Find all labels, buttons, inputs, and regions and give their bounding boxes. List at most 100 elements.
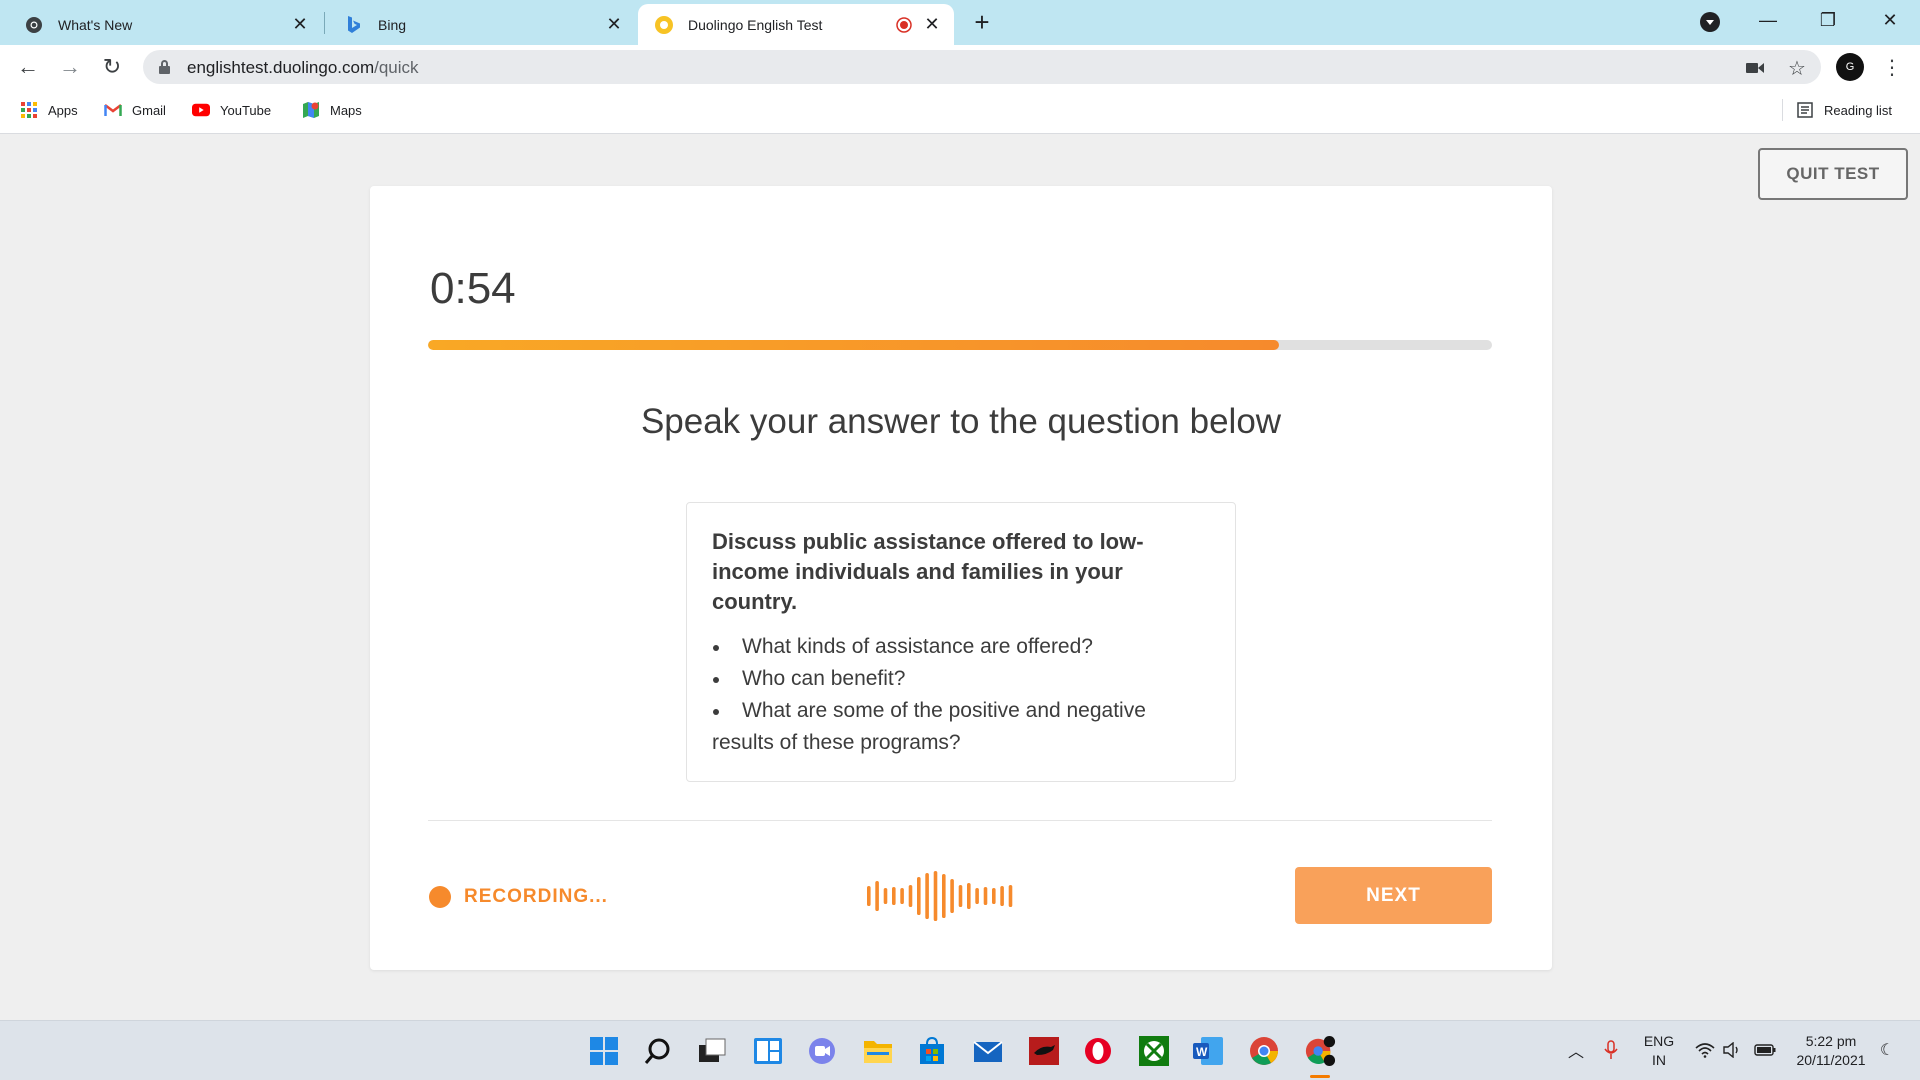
bookmark-label: YouTube — [220, 102, 272, 118]
url-text: englishtest.duolingo.com/quick — [187, 58, 419, 78]
word-icon[interactable]: W — [1192, 1035, 1224, 1067]
chevron-up-icon[interactable]: ︿ — [1565, 1039, 1587, 1061]
chrome-icon[interactable] — [1248, 1035, 1280, 1067]
language-indicator[interactable]: ENG IN — [1640, 1032, 1678, 1070]
time-progress-fill — [428, 340, 1280, 350]
forward-icon[interactable]: → — [56, 53, 84, 81]
bookmark-youtube[interactable]: YouTube — [192, 99, 271, 121]
tab-bing[interactable]: Bing ✕ — [320, 4, 636, 45]
close-tab-icon[interactable]: ✕ — [288, 13, 312, 37]
close-window-icon[interactable]: ✕ — [1862, 0, 1918, 40]
waveform-bar — [983, 887, 988, 905]
close-tab-icon[interactable]: ✕ — [602, 13, 626, 37]
waveform-bar — [942, 874, 946, 918]
waveform-bar — [950, 879, 954, 913]
bookmark-apps[interactable]: Apps — [20, 99, 78, 121]
app-red-icon[interactable] — [1028, 1035, 1060, 1067]
waveform-bar — [975, 888, 979, 904]
address-bar[interactable]: englishtest.duolingo.com/quick ☆ — [143, 50, 1821, 84]
waveform-bar — [958, 885, 963, 907]
waveform-bar — [925, 873, 929, 919]
tab-whats-new[interactable]: What's New ✕ — [0, 4, 322, 45]
microphone-icon[interactable] — [1600, 1039, 1622, 1061]
footer-divider — [428, 820, 1492, 821]
countdown-timer: 0:54 — [430, 264, 516, 313]
bookmark-label: Maps — [330, 102, 362, 118]
opera-icon[interactable] — [1082, 1035, 1114, 1067]
tab-title: What's New — [58, 16, 133, 33]
time-progress-bar — [428, 340, 1492, 350]
reading-list-icon — [1796, 101, 1814, 119]
bookmarks-divider — [1782, 99, 1783, 121]
widgets-icon[interactable] — [752, 1035, 784, 1067]
waveform-bar — [933, 871, 938, 921]
region-code: IN — [1652, 1052, 1666, 1068]
chrome-icon — [24, 15, 44, 35]
chrome-profile-active-icon[interactable] — [1304, 1035, 1336, 1067]
minimize-icon[interactable]: — — [1740, 0, 1796, 40]
bookmarks-bar: Apps Gmail YouTube Maps Reading list — [0, 89, 1920, 134]
question-text: Discuss public assistance offered to low… — [712, 529, 1144, 614]
list-item: Who can benefit? — [712, 663, 1211, 695]
teams-chat-icon[interactable] — [806, 1035, 838, 1067]
file-explorer-icon[interactable] — [862, 1035, 894, 1067]
waveform-bar — [892, 887, 896, 905]
reload-icon[interactable]: ↻ — [98, 53, 126, 81]
waveform-bar — [900, 888, 904, 904]
prompt-instruction: Speak your answer to the question below — [640, 402, 1282, 441]
bookmark-maps[interactable]: Maps — [302, 99, 362, 121]
duolingo-icon — [654, 15, 674, 35]
quit-test-button[interactable]: QUIT TEST — [1758, 148, 1908, 200]
waveform-bar — [1008, 885, 1013, 907]
next-button[interactable]: NEXT — [1295, 867, 1492, 924]
gmail-icon — [104, 101, 122, 119]
question-box: Discuss public assistance offered to low… — [686, 502, 1236, 782]
list-item: What kinds of assistance are offered? — [712, 631, 1211, 663]
waveform-bar — [875, 881, 879, 911]
wifi-icon[interactable] — [1694, 1039, 1716, 1061]
focus-assist-moon-icon[interactable]: ☾ — [1876, 1039, 1898, 1061]
tab-strip: What's New ✕ Bing ✕ Duolingo English Tes… — [0, 0, 1920, 45]
recording-indicator-icon — [894, 15, 914, 35]
tab-search-icon[interactable] — [1700, 12, 1720, 32]
waveform-bar — [992, 888, 996, 904]
bookmark-gmail[interactable]: Gmail — [104, 99, 166, 121]
reading-list-button[interactable]: Reading list — [1796, 99, 1892, 121]
tab-title: Duolingo English Test — [688, 16, 823, 33]
bing-icon — [344, 15, 364, 35]
language-code: ENG — [1643, 1033, 1675, 1049]
new-tab-button[interactable]: + — [968, 8, 996, 36]
volume-icon[interactable] — [1722, 1039, 1744, 1061]
clock-time: 5:22 pm — [1805, 1033, 1857, 1049]
menu-icon[interactable]: ⋮ — [1880, 53, 1904, 81]
waveform-bar — [883, 888, 888, 904]
youtube-icon — [192, 101, 210, 119]
battery-icon[interactable] — [1754, 1039, 1776, 1061]
windows-start-icon[interactable] — [588, 1035, 620, 1067]
back-icon[interactable]: ← — [14, 53, 42, 81]
clock[interactable]: 5:22 pm 20/11/2021 — [1788, 1032, 1874, 1070]
waveform-bar — [867, 886, 871, 906]
reading-list-label: Reading list — [1824, 102, 1892, 118]
bookmark-star-icon[interactable]: ☆ — [1785, 56, 1809, 80]
url-path: /quick — [374, 58, 419, 77]
profile-avatar[interactable]: G — [1836, 53, 1864, 81]
svg-text:W: W — [1196, 1045, 1208, 1059]
close-tab-icon[interactable]: ✕ — [920, 13, 944, 37]
search-icon[interactable] — [642, 1035, 674, 1067]
mail-icon[interactable] — [972, 1035, 1004, 1067]
audio-waveform-icon — [867, 871, 1013, 921]
tab-duolingo[interactable]: Duolingo English Test ✕ — [638, 4, 954, 45]
restore-icon[interactable]: ❐ — [1800, 0, 1856, 40]
xbox-icon[interactable] — [1138, 1035, 1170, 1067]
task-view-icon[interactable] — [696, 1035, 728, 1067]
maps-icon — [302, 101, 320, 119]
question-card: 0:54 Speak your answer to the question b… — [370, 186, 1552, 970]
list-item: What are some of the positive and negati… — [712, 695, 1211, 759]
lock-icon[interactable] — [159, 60, 170, 74]
tab-title: Bing — [378, 16, 407, 33]
microsoft-store-icon[interactable] — [916, 1035, 948, 1067]
camera-icon[interactable] — [1743, 56, 1767, 80]
question-bullets: What kinds of assistance are offered? Wh… — [712, 631, 1211, 759]
clock-date: 20/11/2021 — [1796, 1052, 1866, 1068]
